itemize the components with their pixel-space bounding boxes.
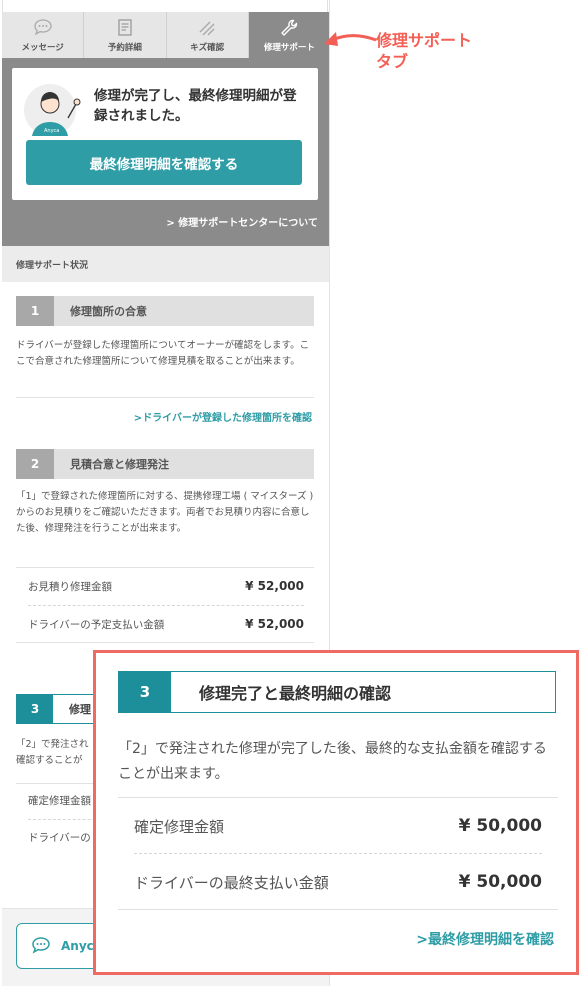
tab-bar: メッセージ 予約詳細 キズ確認 修理サポート bbox=[2, 12, 329, 58]
divider bbox=[118, 909, 558, 910]
zoom-step-3-header: 3 修理完了と最終明細の確認 bbox=[118, 671, 556, 713]
wrench-icon bbox=[279, 18, 299, 41]
step-1-description: ドライバーが登録した修理箇所についてオーナーが確認をします。ここで合意された修理… bbox=[16, 340, 310, 367]
step-title: 見積合意と修理発注 bbox=[70, 458, 169, 471]
row-label: ドライバーの最終支払い金額 bbox=[134, 873, 329, 892]
section-heading: 修理サポート状況 bbox=[2, 246, 329, 282]
staff-avatar: Anyca bbox=[24, 82, 84, 138]
tab-label: 予約詳細 bbox=[107, 43, 142, 53]
chevron-right-icon: > bbox=[133, 413, 143, 424]
hero-card: Anyca 修理が完了し、最終修理明細が登録されました。 最終修理明細を確認する bbox=[12, 68, 318, 200]
chevron-right-icon: > bbox=[166, 218, 175, 229]
step-number: 2 bbox=[16, 449, 54, 479]
step-1-header: 1 修理箇所の合意 bbox=[16, 296, 314, 326]
tab-messages[interactable]: メッセージ bbox=[2, 12, 85, 58]
divider bbox=[118, 797, 558, 798]
annotation-label: 修理サポート タブ bbox=[376, 30, 472, 72]
row-label: ドライバーの bbox=[28, 831, 91, 844]
support-center-label: 修理サポートセンターについて bbox=[178, 218, 318, 229]
tab-label: 修理サポート bbox=[263, 43, 315, 53]
avatar-brand-text: Anyca bbox=[44, 128, 59, 134]
row-value: ¥ 50,000 bbox=[458, 816, 542, 836]
estimate-amount-row: お見積り修理金額 ¥ 52,000 bbox=[28, 568, 304, 604]
step-number: 3 bbox=[119, 672, 171, 712]
tab-reservation[interactable]: 予約詳細 bbox=[84, 12, 167, 58]
view-final-statement-button[interactable]: 最終修理明細を確認する bbox=[26, 140, 302, 185]
link-label: ドライバーが登録した修理箇所を確認 bbox=[142, 413, 312, 424]
driver-final-payment-row: ドライバーの最終支払い金額 ¥ 50,000 bbox=[134, 859, 542, 905]
row-label: 確定修理金額 bbox=[28, 794, 91, 807]
scratch-icon bbox=[197, 18, 217, 41]
step-2-description: 「1」で登録された修理箇所に対する、提携修理工場 ( マイスターズ ) からのお… bbox=[16, 491, 314, 534]
step-number: 3 bbox=[17, 695, 53, 723]
driver-registered-parts-link[interactable]: >ドライバーが登録した修理箇所を確認 bbox=[134, 409, 312, 424]
divider bbox=[16, 397, 314, 398]
tab-scratch-check[interactable]: キズ確認 bbox=[166, 12, 249, 58]
divider bbox=[16, 642, 314, 643]
step-2-header: 2 見積合意と修理発注 bbox=[16, 449, 314, 479]
step-number: 1 bbox=[16, 296, 54, 326]
document-icon bbox=[116, 18, 134, 41]
annotation-line: タブ bbox=[376, 52, 409, 71]
zoom-step-3-description: 「2」で発注された修理が完了した後、最終的な支払金額を確認することが出来ます。 bbox=[118, 741, 547, 782]
chevron-right-icon: > bbox=[416, 932, 428, 948]
tab-label: キズ確認 bbox=[190, 43, 225, 53]
dashed-divider bbox=[134, 853, 542, 854]
annotation-arrow-icon bbox=[324, 32, 377, 46]
view-final-statement-link[interactable]: >最終修理明細を確認 bbox=[416, 929, 554, 949]
row-value: ¥ 52,000 bbox=[245, 617, 304, 631]
row-label: ドライバーの予定支払い金額 bbox=[28, 618, 165, 631]
confirmed-repair-amount-row: 確定修理金額 ¥ 50,000 bbox=[134, 803, 542, 849]
step-title: 修理 bbox=[69, 703, 91, 716]
chat-button-label: Anyc bbox=[61, 939, 94, 953]
status-hero: Anyca 修理が完了し、最終修理明細が登録されました。 最終修理明細を確認する… bbox=[2, 58, 329, 246]
step-title: 修理箇所の合意 bbox=[70, 305, 147, 318]
driver-planned-payment-row: ドライバーの予定支払い金額 ¥ 52,000 bbox=[28, 606, 304, 642]
chat-bubble-icon bbox=[33, 18, 53, 39]
chat-bubble-icon bbox=[31, 936, 51, 957]
annotation-line: 修理サポート bbox=[376, 31, 473, 50]
hero-message: 修理が完了し、最終修理明細が登録されました。 bbox=[94, 88, 297, 124]
link-label: 最終修理明細を確認 bbox=[428, 932, 554, 948]
row-label: 確定修理金額 bbox=[134, 817, 225, 836]
tab-label: メッセージ bbox=[21, 43, 64, 53]
zoom-callout: 3 修理完了と最終明細の確認 「2」で発注された修理が完了した後、最終的な支払金… bbox=[93, 650, 579, 975]
row-label: お見積り修理金額 bbox=[28, 580, 112, 593]
support-center-link[interactable]: > 修理サポートセンターについて bbox=[166, 214, 318, 229]
step-title: 修理完了と最終明細の確認 bbox=[199, 684, 392, 703]
row-value: ¥ 50,000 bbox=[458, 872, 542, 892]
top-edge bbox=[2, 0, 328, 12]
row-value: ¥ 52,000 bbox=[245, 579, 304, 593]
